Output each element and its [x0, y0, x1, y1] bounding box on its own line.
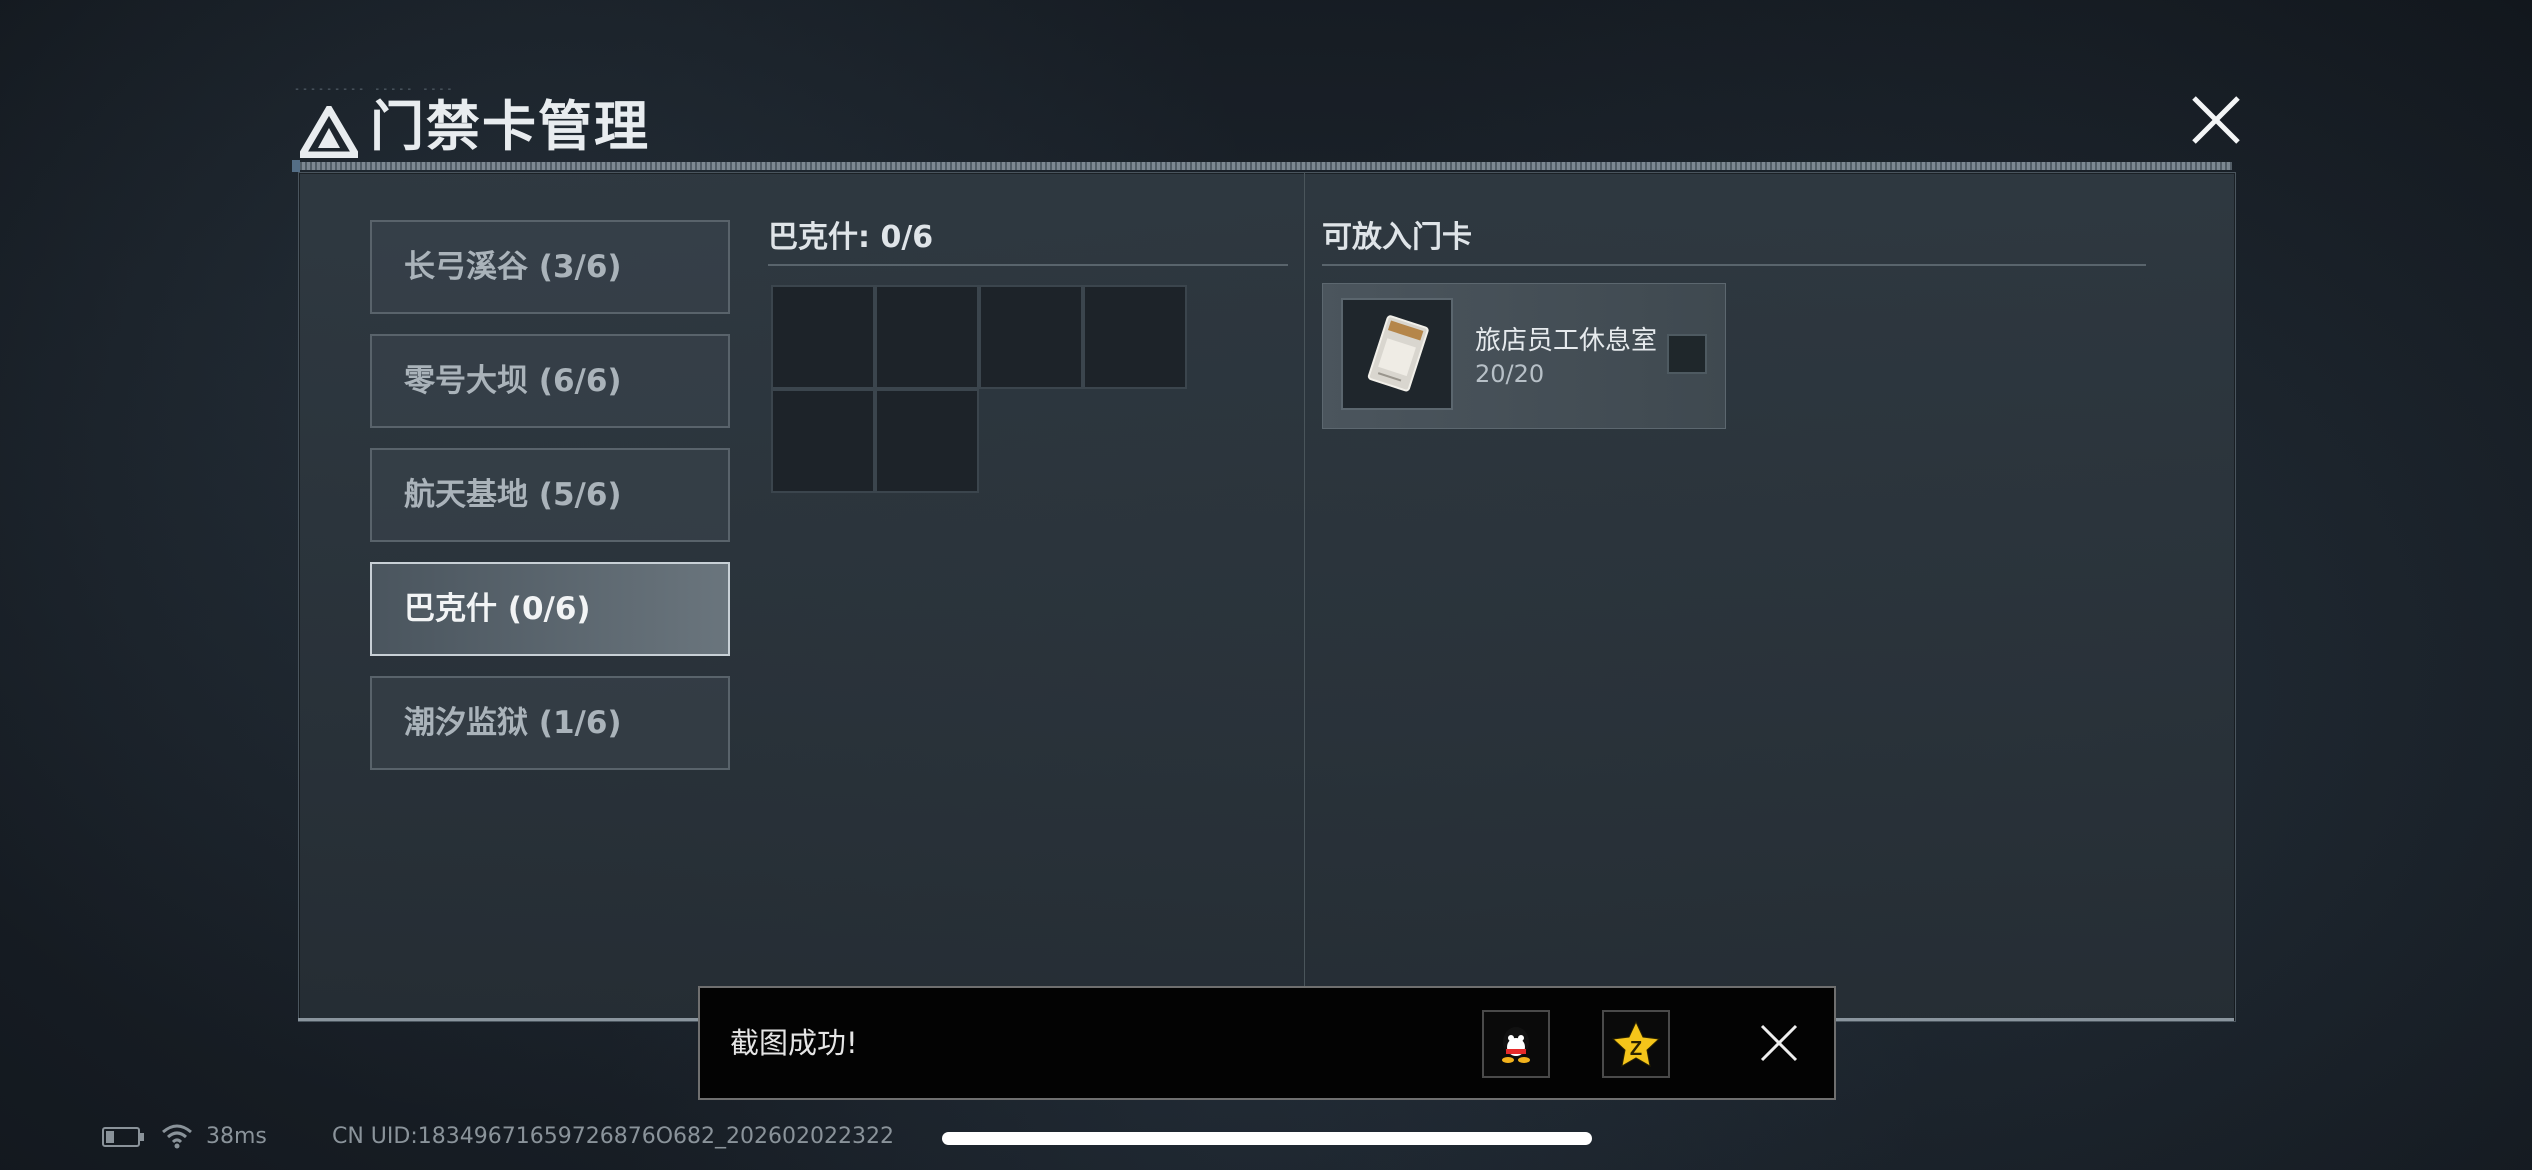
- keycard-count: 20/20: [1475, 360, 1545, 388]
- keycard-name: 旅店员工休息室: [1475, 326, 1658, 356]
- map-item-bakeshi[interactable]: 巴克什 (0/6): [370, 562, 730, 656]
- toast-close-icon[interactable]: [1754, 1018, 1804, 1068]
- keycard-thumbnail: [1341, 298, 1453, 410]
- card-slot[interactable]: [875, 285, 979, 389]
- ping-readout: 38ms: [206, 1124, 267, 1149]
- qzone-share-button[interactable]: Z: [1602, 1010, 1670, 1078]
- map-item-label: 潮汐监狱 (1/6): [404, 705, 622, 741]
- svg-text:Z: Z: [1630, 1038, 1642, 1060]
- toast-message: 截图成功!: [730, 1026, 858, 1060]
- map-item-linghao[interactable]: 零号大坝 (6/6): [370, 334, 730, 428]
- card-slot[interactable]: [771, 285, 875, 389]
- card-slot[interactable]: [979, 285, 1083, 389]
- home-indicator[interactable]: [942, 1132, 1592, 1145]
- keycard-checkbox[interactable]: [1667, 334, 1707, 374]
- header-rule: [292, 160, 2232, 172]
- card-slot[interactable]: [875, 389, 979, 493]
- slots-rule: [768, 264, 1288, 266]
- map-item-label: 零号大坝 (6/6): [404, 363, 622, 399]
- map-item-label: 巴克什 (0/6): [404, 591, 591, 627]
- column-divider: [1304, 172, 1305, 1020]
- uid-readout: CN UID:18349671659726876O682_20260202232…: [332, 1124, 894, 1149]
- qq-icon: [1502, 1027, 1530, 1063]
- map-item-label: 长弓溪谷 (3/6): [404, 249, 622, 285]
- slots-title: 巴克什: 0/6: [768, 220, 934, 255]
- keycard-icon: [1367, 315, 1429, 392]
- card-slot[interactable]: [771, 389, 875, 493]
- qq-share-button[interactable]: [1482, 1010, 1550, 1078]
- qzone-icon: Z: [1611, 1020, 1661, 1067]
- card-slot[interactable]: [1083, 285, 1187, 389]
- map-item-label: 航天基地 (5/6): [404, 477, 622, 513]
- keycard-item[interactable]: 旅店员工休息室 20/20: [1322, 283, 1726, 429]
- screenshot-toast: 截图成功! Z: [698, 986, 1836, 1100]
- page-title: 门禁卡管理: [370, 95, 650, 158]
- map-item-hangtian[interactable]: 航天基地 (5/6): [370, 448, 730, 542]
- wifi-icon: [162, 1124, 192, 1149]
- window-header: --------- ----- ---- 门禁卡管理: [292, 84, 2240, 172]
- available-title: 可放入门卡: [1322, 220, 1472, 255]
- map-item-chaoxi[interactable]: 潮汐监狱 (1/6): [370, 676, 730, 770]
- map-item-changgong[interactable]: 长弓溪谷 (3/6): [370, 220, 730, 314]
- close-icon[interactable]: [2180, 84, 2252, 156]
- available-rule: [1322, 264, 2146, 266]
- battery-icon: [102, 1127, 144, 1147]
- delta-logo-icon: [300, 106, 358, 158]
